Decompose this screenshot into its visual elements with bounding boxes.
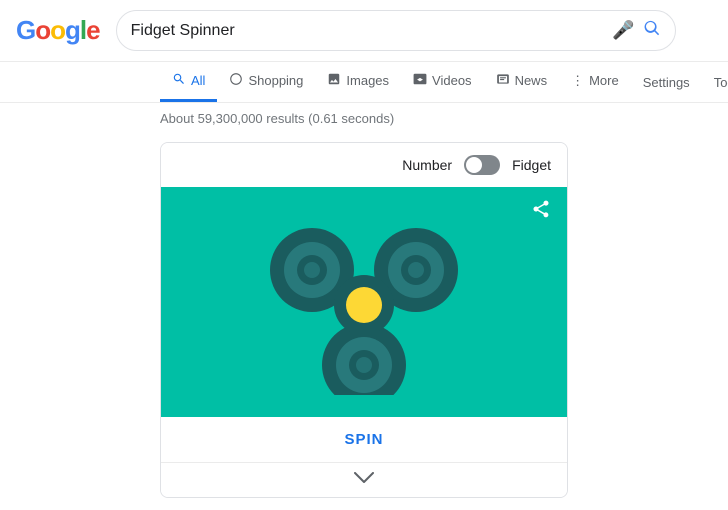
- tab-news[interactable]: News: [484, 62, 560, 102]
- search-tabs: All Shopping Images Videos News ⋮ More S…: [0, 62, 728, 103]
- tab-more[interactable]: ⋮ More: [559, 63, 631, 102]
- fidget-spinner-widget: Number Fidget: [160, 142, 568, 498]
- header: Google 🎤: [0, 0, 728, 62]
- tab-images[interactable]: Images: [315, 62, 401, 102]
- more-icon: ⋮: [571, 73, 584, 89]
- chevron-down-icon: [354, 471, 374, 489]
- tab-all[interactable]: All: [160, 62, 217, 102]
- images-icon: [327, 72, 341, 89]
- shopping-icon: [229, 72, 243, 89]
- tab-videos-label: Videos: [432, 73, 472, 88]
- settings-link[interactable]: Settings: [631, 65, 702, 100]
- news-icon: [496, 72, 510, 89]
- chevron-area[interactable]: [161, 462, 567, 497]
- search-box: 🎤: [116, 10, 676, 51]
- settings-tools: Settings Tools: [631, 65, 728, 100]
- tab-shopping-label: Shopping: [248, 73, 303, 88]
- spinner-area[interactable]: [161, 187, 567, 417]
- tab-shopping[interactable]: Shopping: [217, 62, 315, 102]
- all-icon: [172, 72, 186, 89]
- spin-button[interactable]: SPIN: [344, 431, 383, 448]
- spinner-svg[interactable]: [254, 202, 474, 402]
- toggle-switch[interactable]: [464, 155, 500, 175]
- tab-all-label: All: [191, 73, 205, 88]
- microphone-icon[interactable]: 🎤: [612, 20, 634, 41]
- number-label: Number: [402, 157, 452, 173]
- tab-images-label: Images: [346, 73, 389, 88]
- google-logo: Google: [16, 15, 100, 46]
- tools-link[interactable]: Tools: [702, 65, 728, 100]
- spin-button-area: SPIN: [161, 417, 567, 462]
- search-input[interactable]: [131, 22, 605, 40]
- tab-videos[interactable]: Videos: [401, 62, 484, 102]
- videos-icon: [413, 72, 427, 89]
- search-button[interactable]: [643, 19, 661, 42]
- tab-news-label: News: [515, 73, 548, 88]
- tab-more-label: More: [589, 73, 619, 88]
- share-icon[interactable]: [531, 199, 551, 224]
- fidget-label: Fidget: [512, 157, 551, 173]
- widget-header: Number Fidget: [161, 143, 567, 187]
- results-info: About 59,300,000 results (0.61 seconds): [0, 103, 728, 134]
